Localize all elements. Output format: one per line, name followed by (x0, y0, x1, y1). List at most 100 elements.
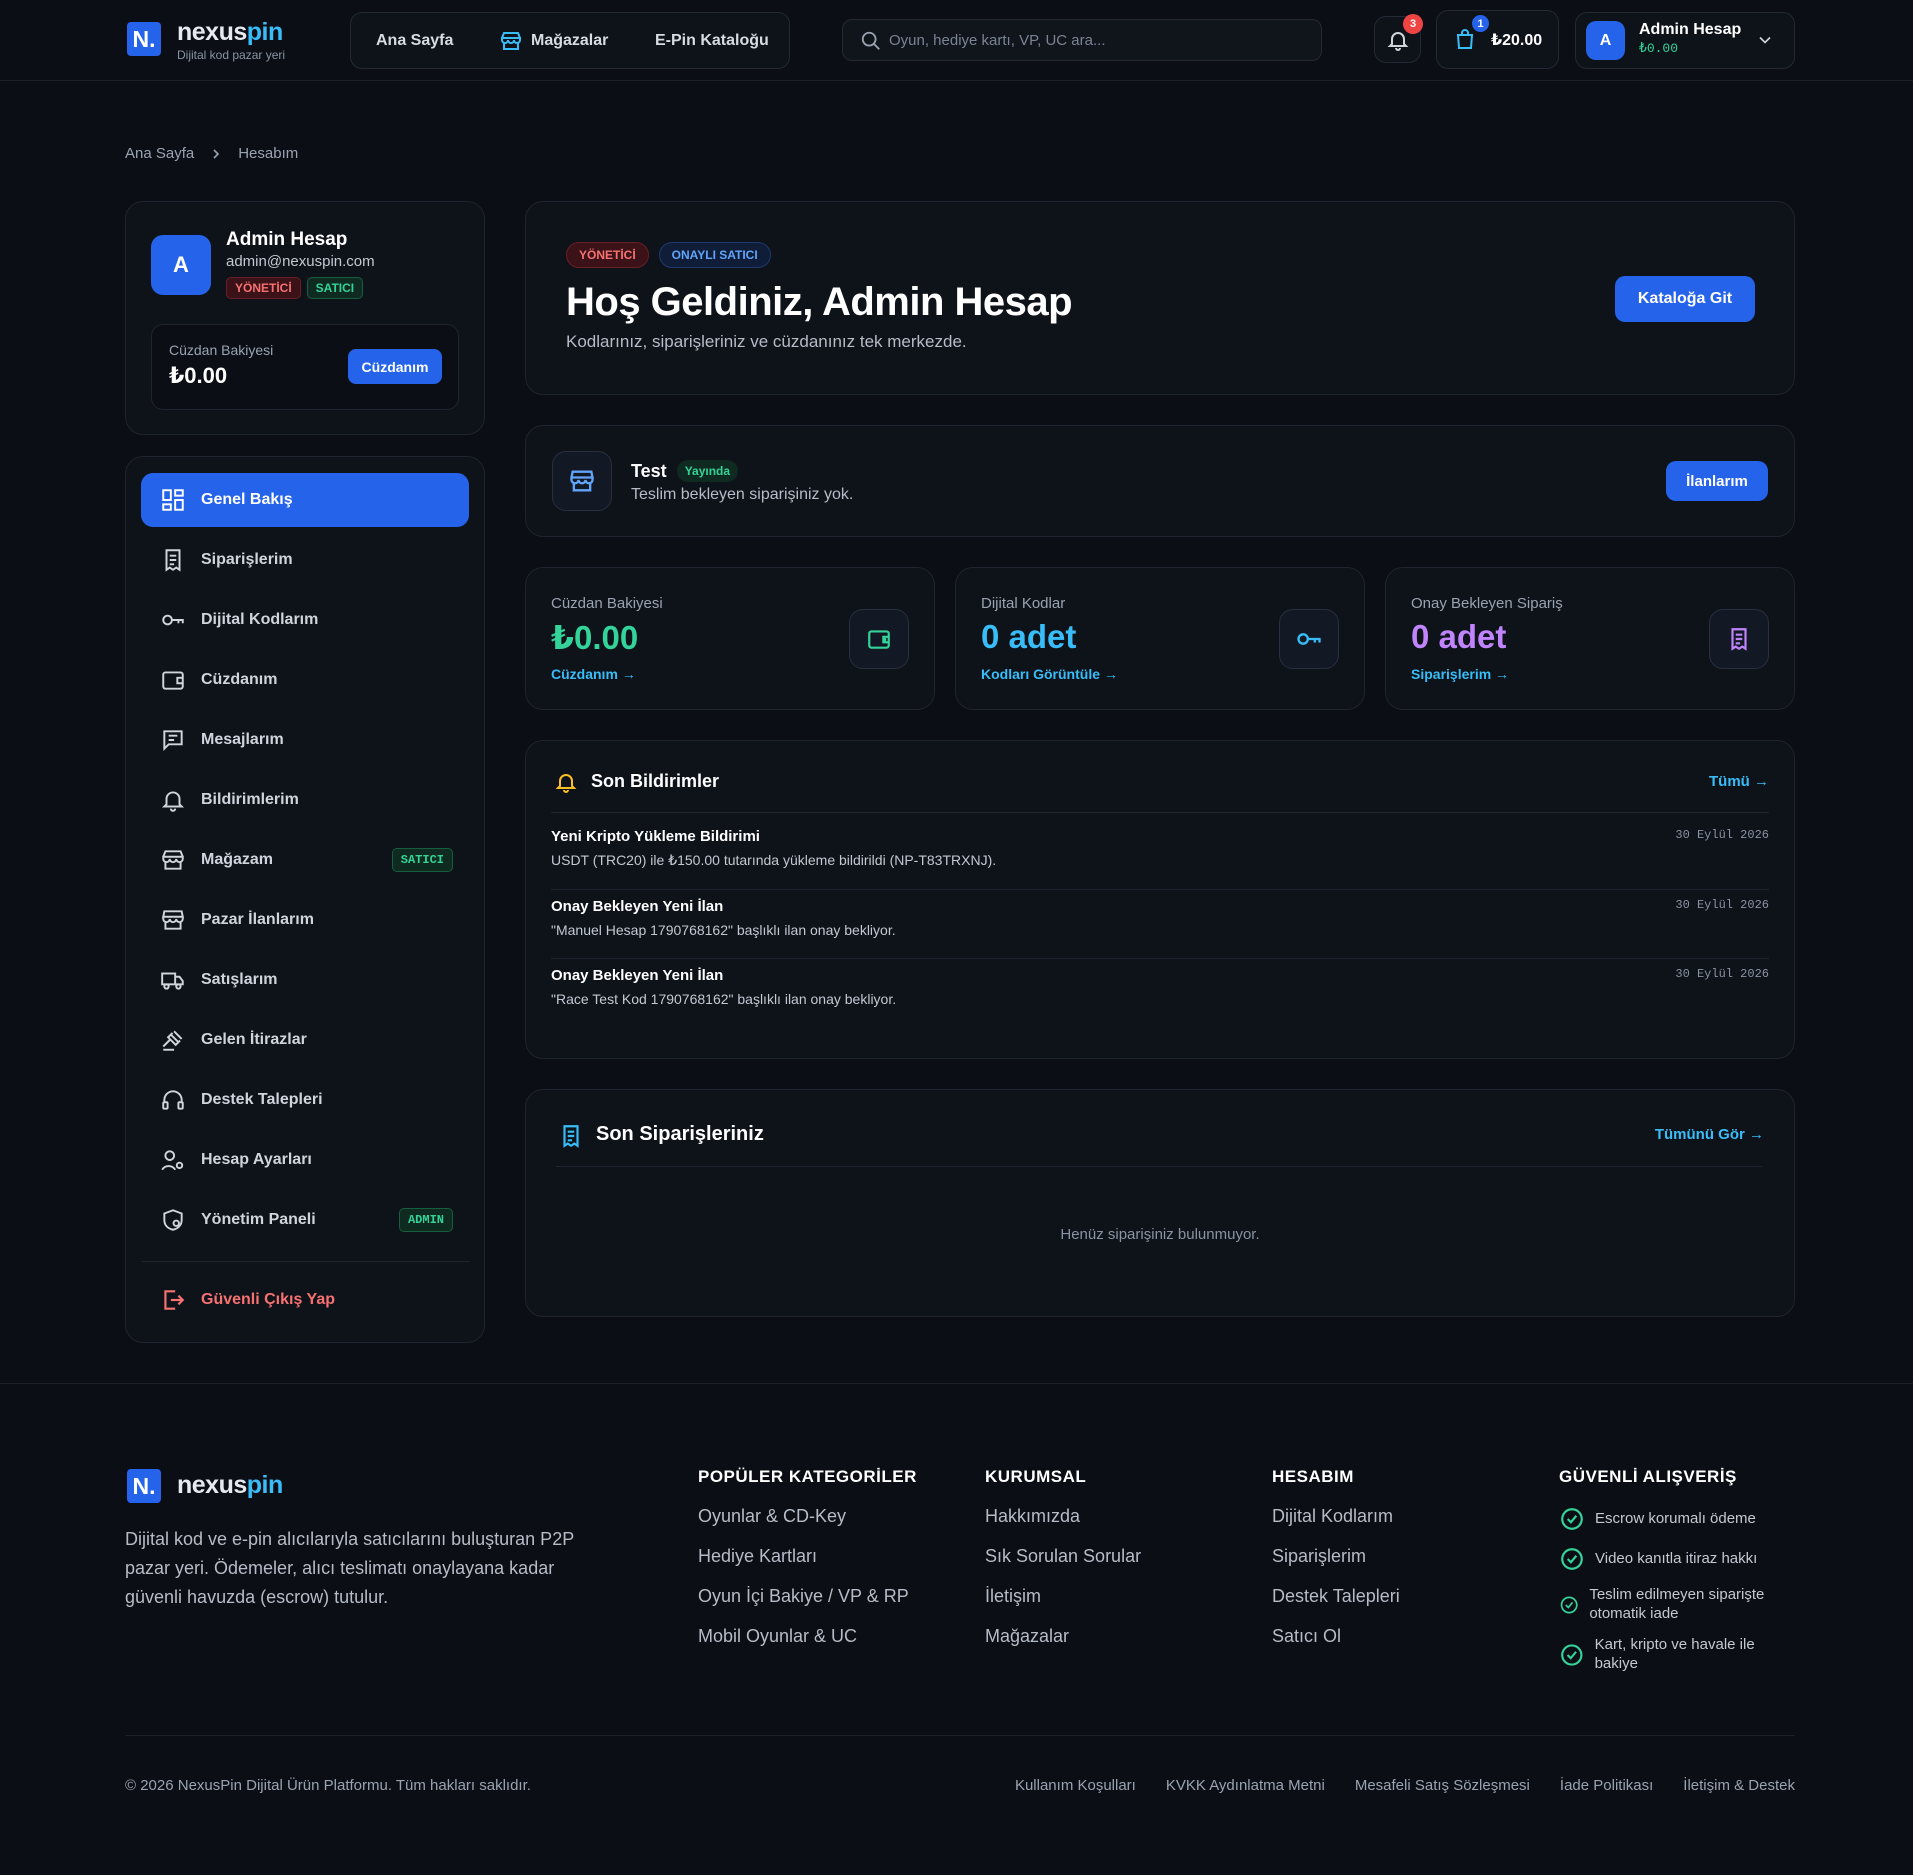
top-navigation-bar: N. nexuspin Dijital kod pazar yeri Ana S… (0, 0, 1913, 81)
stat-value: 0 adet (981, 618, 1077, 655)
breadcrumb-home[interactable]: Ana Sayfa (125, 145, 194, 162)
logout-button[interactable]: Güvenli Çıkış Yap (141, 1273, 469, 1327)
user-menu-button[interactable]: A Admin Hesap ₺0.00 (1575, 12, 1795, 69)
notifications-button[interactable]: 3 (1374, 14, 1423, 63)
receipt-icon (563, 1125, 579, 1148)
user-settings-icon (161, 1150, 184, 1171)
notification-item[interactable]: Yeni Kripto Yükleme Bildirimi USDT (TRC2… (551, 820, 1769, 890)
stat-icon-box (1709, 609, 1769, 669)
footer-link[interactable]: Siparişlerim (1272, 1546, 1366, 1567)
welcome-title: Hoş Geldiniz, Admin Hesap (566, 280, 1073, 324)
recent-notifications-card: Son Bildirimler Tümü → Yeni Kripto Yükle… (525, 740, 1795, 1059)
sidebar-item-label: Gelen İtirazlar (201, 1031, 307, 1048)
go-to-catalog-button[interactable]: Kataloğa Git (1615, 276, 1755, 322)
notification-item[interactable]: Onay Bekleyen Yeni İlan "Race Test Kod 1… (551, 959, 1769, 1029)
shield-icon (163, 1209, 183, 1231)
logo-tagline: Dijital kod pazar yeri (177, 48, 286, 62)
secure-item: Video kanıtla itiraz hakkı (1559, 1546, 1799, 1572)
headset-icon (162, 1090, 184, 1110)
sidebar-item-11[interactable]: Destek Talepleri (141, 1073, 469, 1127)
logo-text-part2: pin (246, 18, 284, 46)
logo-text-part1: nexus (177, 1471, 247, 1499)
legal-link[interactable]: Mesafeli Satış Sözleşmesi (1355, 1777, 1530, 1794)
stat-link-wallet[interactable]: Cüzdanım → (551, 666, 636, 682)
stat-label: Onay Bekleyen Sipariş (1411, 595, 1563, 612)
sidebar-item-label: Mağazam (201, 851, 274, 868)
sidebar-item-10[interactable]: Gelen İtirazlar (141, 1013, 469, 1067)
footer-link[interactable]: Dijital Kodlarım (1272, 1506, 1393, 1527)
sidebar-item-label: Hesap Ayarları (201, 1151, 312, 1168)
sidebar-item-12[interactable]: Hesap Ayarları (141, 1133, 469, 1187)
sidebar-item-5[interactable]: Mesajlarım (141, 713, 469, 767)
cart-button[interactable]: 1 ₺20.00 (1436, 10, 1559, 69)
my-wallet-button[interactable]: Cüzdanım (348, 349, 442, 384)
wallet-icon (162, 671, 184, 690)
footer-link[interactable]: İletişim (985, 1586, 1041, 1607)
wallet-value: ₺0.00 (169, 363, 228, 388)
store-name: Test (631, 460, 667, 481)
dashboard-icon (162, 489, 184, 511)
sidebar-item-13[interactable]: Yönetim Paneli ADMIN (141, 1193, 469, 1247)
legal-link[interactable]: KVKK Aydınlatma Metni (1166, 1777, 1325, 1794)
bell-icon (161, 791, 185, 812)
sidebar-item-label: Bildirimlerim (201, 791, 299, 808)
store-status-text: Teslim bekleyen siparişiniz yok. (631, 486, 854, 503)
stat-link-orders[interactable]: Siparişlerim → (1411, 666, 1509, 682)
nav-epin-catalog[interactable]: E-Pin Kataloğu (655, 13, 769, 68)
sidebar-item-6[interactable]: Bildirimlerim (141, 773, 469, 827)
legal-link[interactable]: İade Politikası (1560, 1777, 1653, 1794)
footer-link[interactable]: Destek Talepleri (1272, 1586, 1400, 1607)
logo-mark[interactable]: N. (127, 22, 161, 56)
logo-wordmark[interactable]: nexuspin (177, 18, 283, 47)
nav-home[interactable]: Ana Sayfa (376, 13, 453, 68)
footer-link[interactable]: Oyun İçi Bakiye / VP & RP (698, 1586, 909, 1607)
sidebar-item-label: Genel Bakış (201, 491, 293, 508)
footer-legal-links: Kullanım Koşulları KVKK Aydınlatma Metni… (1015, 1777, 1795, 1794)
search-input[interactable] (889, 31, 1309, 49)
footer-link[interactable]: Satıcı Ol (1272, 1626, 1341, 1647)
sidebar-item-7[interactable]: Mağazam SATICI (141, 833, 469, 887)
sidebar-item-label: Yönetim Paneli (201, 1211, 316, 1228)
sidebar-item-8[interactable]: Pazar İlanlarım (141, 893, 469, 947)
legal-link[interactable]: İletişim & Destek (1683, 1777, 1795, 1794)
stat-icon-box (849, 609, 909, 669)
check-circle-icon (1560, 1596, 1578, 1614)
secure-item: Escrow korumalı ödeme (1559, 1506, 1799, 1532)
footer-link[interactable]: Sık Sorulan Sorular (985, 1546, 1141, 1567)
sidebar-item-2[interactable]: Siparişlerim (141, 533, 469, 587)
sidebar-item-4[interactable]: Cüzdanım (141, 653, 469, 707)
gavel-icon (162, 1030, 183, 1051)
recent-orders-card: Son Siparişleriniz Tümünü Gör → Henüz si… (525, 1089, 1795, 1317)
footer-link[interactable]: Hakkımızda (985, 1506, 1080, 1527)
sidebar-item-label: Mesajlarım (201, 731, 284, 748)
sidebar-item-9[interactable]: Satışlarım (141, 953, 469, 1007)
legal-link[interactable]: Kullanım Koşulları (1015, 1777, 1136, 1794)
my-listings-button[interactable]: İlanlarım (1666, 461, 1768, 501)
footer-logo-mark[interactable]: N. (127, 1469, 161, 1503)
footer-link[interactable]: Oyunlar & CD-Key (698, 1506, 846, 1527)
search-bar (842, 19, 1322, 61)
footer-column-title: KURUMSAL (985, 1467, 1087, 1486)
tag-admin: YÖNETİCİ (566, 242, 649, 268)
profile-email: admin@nexuspin.com (226, 253, 375, 270)
orders-view-all-link[interactable]: Tümünü Gör → (1655, 1126, 1764, 1143)
truck-icon (161, 972, 184, 990)
sidebar-item-label: Destek Talepleri (201, 1091, 323, 1108)
notification-item[interactable]: Onay Bekleyen Yeni İlan "Manuel Hesap 17… (551, 890, 1769, 960)
stat-label: Dijital Kodlar (981, 595, 1066, 612)
footer-link[interactable]: Hediye Kartları (698, 1546, 817, 1567)
logout-label: Güvenli Çıkış Yap (201, 1291, 335, 1308)
message-icon (163, 730, 183, 752)
store-status-card: Test Yayında Teslim bekleyen siparişiniz… (525, 425, 1795, 537)
notification-text: "Race Test Kod 1790768162" başlıklı ilan… (551, 991, 897, 1007)
footer-link[interactable]: Mağazalar (985, 1626, 1069, 1647)
stat-link-codes[interactable]: Kodları Görüntüle → (981, 666, 1118, 682)
notifications-view-all-link[interactable]: Tümü → (1709, 773, 1769, 790)
nav-stores[interactable]: Mağazalar (499, 13, 608, 68)
footer-link[interactable]: Mobil Oyunlar & UC (698, 1626, 857, 1647)
sidebar-item-3[interactable]: Dijital Kodlarım (141, 593, 469, 647)
footer-logo-wordmark[interactable]: nexuspin (177, 1471, 283, 1500)
footer-divider (125, 1735, 1795, 1736)
storefront-icon (570, 470, 594, 492)
sidebar-item-1[interactable]: Genel Bakış (141, 473, 469, 527)
